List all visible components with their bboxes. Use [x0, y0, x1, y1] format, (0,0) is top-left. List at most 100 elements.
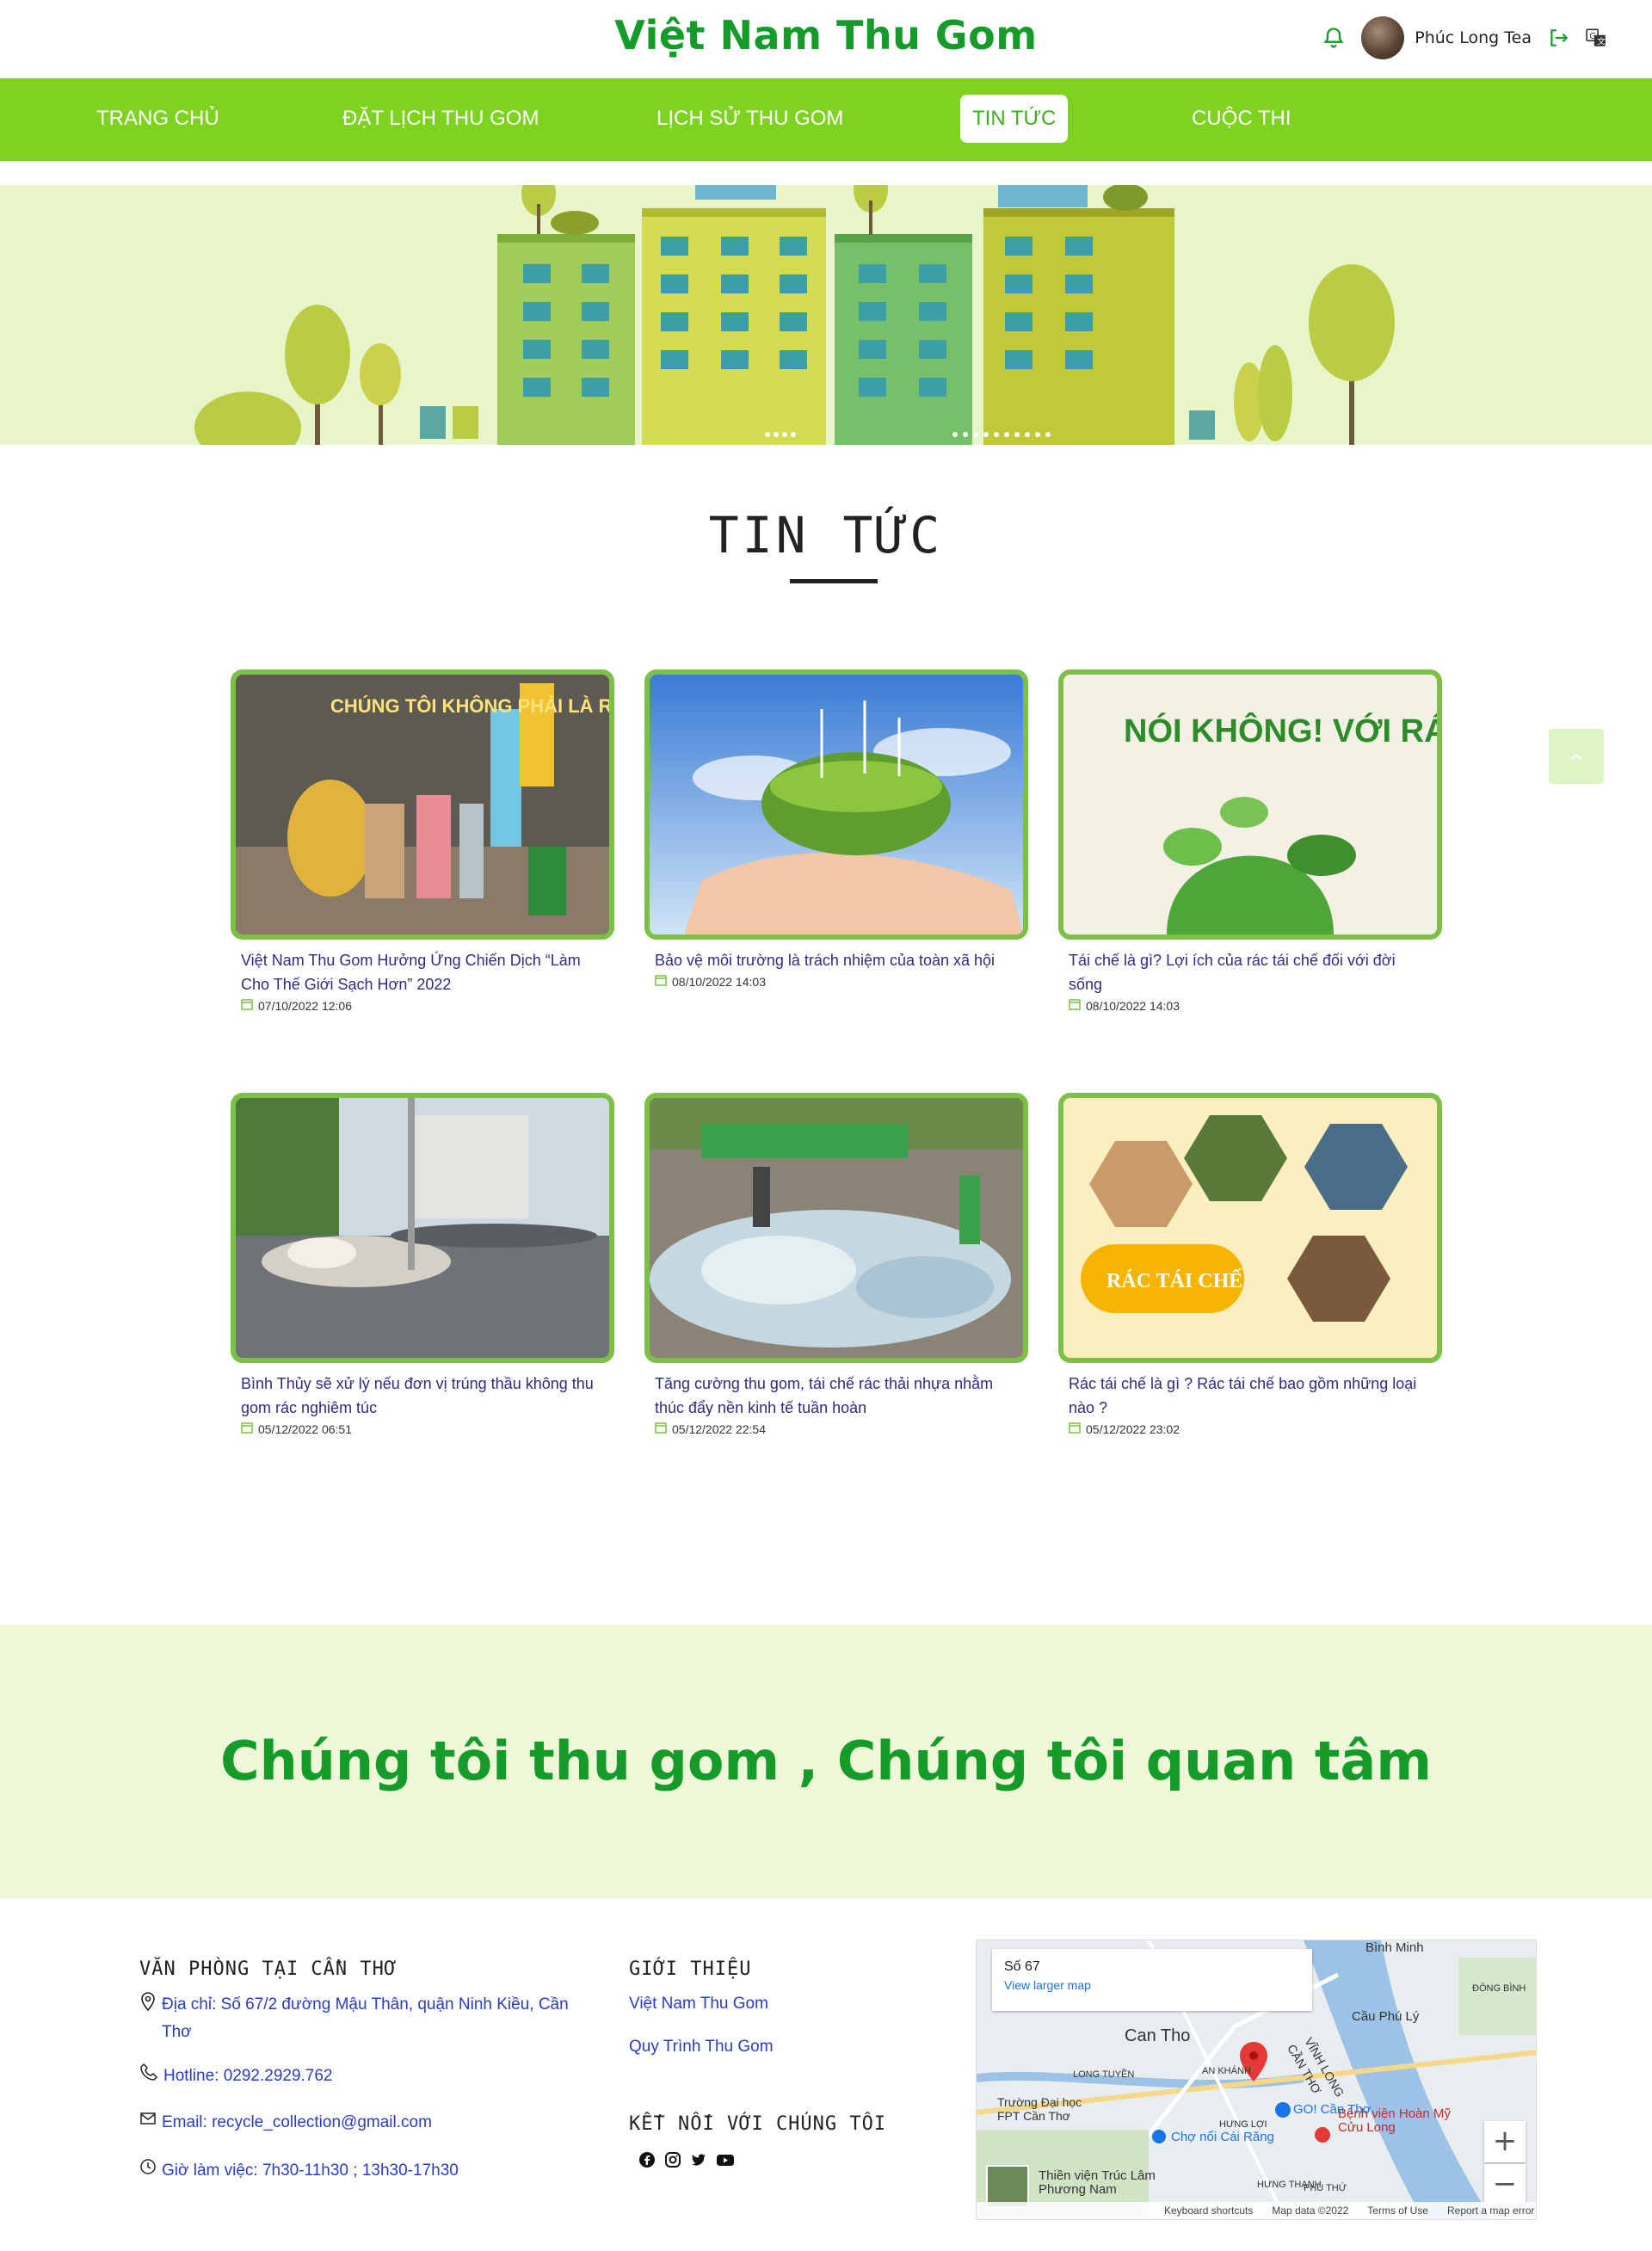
hours-line: Giờ làm việc: 7h30-11h30 ; 13h30-17h30 — [139, 2157, 459, 2185]
news-title[interactable]: Việt Nam Thu Gom Hưởng Ứng Chiến Dịch “L… — [231, 948, 614, 996]
intro-link-process[interactable]: Quy Trình Thu Gom — [629, 2038, 774, 2057]
news-date: 05/12/2022 23:02 — [1058, 1422, 1442, 1436]
hours-text: Giờ làm việc: 7h30-11h30 ; 13h30-17h30 — [162, 2162, 459, 2180]
map-label: HƯNG LỢI — [1219, 2119, 1267, 2130]
news-date: 07/10/2022 12:06 — [231, 998, 614, 1013]
address-text: Địa chỉ: Số 67/2 đường Mậu Thân, quận Ni… — [162, 1995, 569, 2041]
news-date-text: 08/10/2022 14:03 — [1086, 998, 1180, 1013]
map-label: AN KHÁNH — [1202, 2066, 1251, 2076]
connect-heading: KẾT NỐI VỚI CHÚNG TÔI — [629, 2113, 887, 2135]
news-image[interactable] — [644, 1093, 1028, 1363]
chevron-up-icon — [1549, 753, 1604, 787]
news-date: 05/12/2022 06:51 — [231, 1422, 614, 1436]
clock-icon — [139, 2157, 157, 2185]
email-line[interactable]: Email: recycle_collection@gmail.com — [139, 2109, 432, 2137]
translate-icon[interactable]: G文 — [1585, 27, 1607, 49]
bell-icon[interactable] — [1322, 26, 1346, 50]
news-date-text: 07/10/2022 12:06 — [258, 998, 352, 1013]
news-title[interactable]: Tái chế là gì? Lợi ích của rác tái chế đ… — [1058, 948, 1442, 996]
calendar-icon — [1069, 998, 1081, 1013]
news-date-text: 05/12/2022 22:54 — [672, 1422, 766, 1436]
news-image-caption: NÓI KHÔNG! VỚI RÁC THẢI NHỰA — [1124, 711, 1437, 749]
calendar-icon — [655, 974, 667, 989]
map-info-card: Số 67 View larger map — [992, 1949, 1312, 2011]
news-date: 05/12/2022 22:54 — [644, 1422, 1028, 1436]
news-date-text: 08/10/2022 14:03 — [672, 974, 766, 989]
avatar[interactable] — [1361, 16, 1405, 59]
back-to-top-button[interactable] — [1549, 729, 1604, 784]
nav-item-news[interactable]: TIN TỨC — [960, 95, 1069, 143]
news-date: 08/10/2022 14:03 — [1058, 998, 1442, 1013]
email-text[interactable]: Email: recycle_collection@gmail.com — [162, 2109, 432, 2137]
social-links — [638, 2151, 735, 2172]
map-label: ĐÔNG BÌNH — [1472, 1983, 1526, 1994]
news-image[interactable]: CHÚNG TÔI KHÔNG PHẢI LÀ RÁC — [231, 669, 614, 940]
news-date-text: 05/12/2022 06:51 — [258, 1422, 352, 1436]
instagram-icon[interactable] — [664, 2151, 681, 2172]
username[interactable]: Phúc Long Tea — [1415, 28, 1532, 47]
user-area: Phúc Long Tea G文 — [1322, 15, 1607, 60]
news-image[interactable] — [644, 669, 1028, 940]
nav-item-history[interactable]: LỊCH SỬ THU GOM — [644, 95, 855, 143]
news-title[interactable]: Rác tái chế là gì ? Rác tái chế bao gồm … — [1058, 1372, 1442, 1420]
map-label: Bình Minh — [1365, 1940, 1424, 1955]
facebook-icon[interactable] — [638, 2151, 656, 2172]
news-card[interactable]: Tăng cường thu gom, tái chế rác thải nhự… — [644, 1093, 1028, 1436]
news-image[interactable] — [231, 1093, 614, 1363]
logout-icon[interactable] — [1547, 27, 1569, 49]
slogan-text: Chúng tôi thu gom , Chúng tôi quan tâm — [220, 1730, 1432, 1792]
map-label: PHÚ THỨ — [1304, 2183, 1347, 2193]
office-heading: VĂN PHÒNG TẠI CẦN THƠ — [139, 1958, 398, 1980]
map-label: LONG TUYỀN — [1073, 2069, 1135, 2080]
view-larger-map-link[interactable]: View larger map — [1004, 1978, 1300, 1992]
map-zoom-in-button[interactable]: + — [1484, 2121, 1526, 2162]
map-place-name: Số 67 — [1004, 1959, 1040, 1974]
news-card[interactable]: CHÚNG TÔI KHÔNG PHẢI LÀ RÁC Việt Nam Thu… — [231, 669, 614, 1013]
news-title[interactable]: Tăng cường thu gom, tái chế rác thải nhự… — [644, 1372, 1028, 1420]
page-title: TIN TỨC — [708, 506, 944, 564]
map-footer: Keyboard shortcuts Map data ©2022 Terms … — [977, 2202, 1536, 2219]
mail-icon — [139, 2109, 157, 2137]
news-image[interactable]: NÓI KHÔNG! VỚI RÁC THẢI NHỰA — [1058, 669, 1442, 940]
intro-link-about[interactable]: Việt Nam Thu Gom — [629, 1995, 768, 2014]
news-card[interactable]: Bảo vệ môi trường là trách nhiệm của toà… — [644, 669, 1028, 989]
title-underline — [790, 579, 878, 583]
hotline-line[interactable]: Hotline: 0292.2929.762 — [139, 2063, 333, 2091]
nav-item-schedule[interactable]: ĐẶT LỊCH THU GOM — [330, 95, 551, 143]
city-illustration — [194, 165, 1395, 445]
news-title[interactable]: Bình Thủy sẽ xử lý nếu đơn vị trúng thầu… — [231, 1372, 614, 1420]
main-nav: TRANG CHỦ ĐẶT LỊCH THU GOM LỊCH SỬ THU G… — [0, 78, 1652, 161]
calendar-icon — [241, 998, 253, 1013]
news-card[interactable]: NÓI KHÔNG! VỚI RÁC THẢI NHỰA Tái chế là … — [1058, 669, 1442, 1013]
twitter-icon[interactable] — [690, 2151, 707, 2172]
address-line: Địa chỉ: Số 67/2 đường Mậu Thân, quận Ni… — [139, 1991, 570, 2046]
map-label: Cầu Phú Lý — [1352, 2009, 1420, 2024]
map-zoom-out-button[interactable]: − — [1484, 2164, 1526, 2205]
news-image-caption: CHÚNG TÔI KHÔNG PHẢI LÀ RÁC — [330, 695, 609, 717]
top-header: Việt Nam Thu Gom Phúc Long Tea G文 — [0, 0, 1652, 78]
hero-banner — [0, 161, 1652, 445]
location-map[interactable]: Số 67 View larger map Can Tho Bình Minh … — [976, 1940, 1537, 2220]
map-footer-item: Map data ©2022 — [1272, 2205, 1349, 2217]
nav-item-home[interactable]: TRANG CHỦ — [84, 95, 231, 143]
news-card[interactable]: RÁC TÁI CHẾ Rác tái chế là gì ? Rác tái … — [1058, 1093, 1442, 1436]
news-image[interactable]: RÁC TÁI CHẾ — [1058, 1093, 1442, 1363]
news-image-caption: RÁC TÁI CHẾ — [1106, 1269, 1242, 1292]
phone-icon — [139, 2063, 158, 2091]
nav-item-contest[interactable]: CUỘC THI — [1180, 95, 1304, 143]
map-footer-item[interactable]: Report a map error — [1447, 2202, 1534, 2219]
map-footer-item[interactable]: Keyboard shortcuts — [1164, 2202, 1253, 2219]
hotline-text[interactable]: Hotline: 0292.2929.762 — [163, 2063, 333, 2090]
youtube-icon[interactable] — [716, 2151, 735, 2172]
news-card[interactable]: Bình Thủy sẽ xử lý nếu đơn vị trúng thầu… — [231, 1093, 614, 1436]
map-footer-item[interactable]: Terms of Use — [1367, 2202, 1428, 2219]
calendar-icon — [655, 1422, 667, 1436]
map-label-city: Can Tho — [1125, 2026, 1191, 2045]
map-label: Chợ nổi Cái Răng — [1171, 2130, 1274, 2144]
map-label: Thiền viện Trúc Lâm Phương Nam — [1039, 2168, 1156, 2197]
calendar-icon — [241, 1422, 253, 1436]
slogan-band: Chúng tôi thu gom , Chúng tôi quan tâm — [0, 1625, 1652, 1898]
news-title[interactable]: Bảo vệ môi trường là trách nhiệm của toà… — [644, 948, 1028, 972]
intro-heading: GIỚI THIỆU — [629, 1958, 752, 1980]
svg-text:文: 文 — [1597, 36, 1606, 47]
